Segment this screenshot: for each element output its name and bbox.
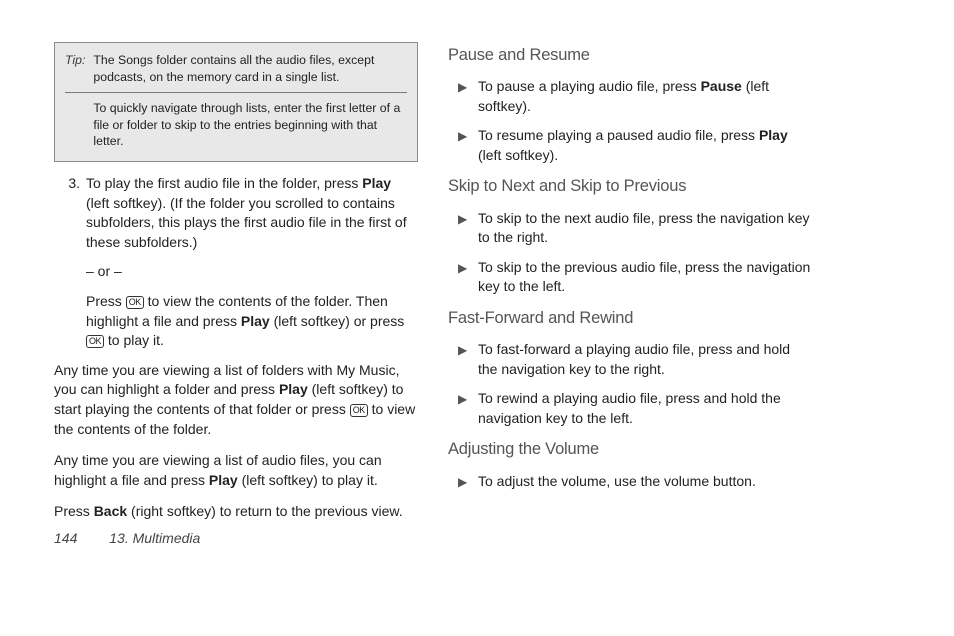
bullet-skip-2: ▶ To skip to the previous audio file, pr… bbox=[458, 258, 812, 297]
bullet-arrow-icon: ▶ bbox=[458, 209, 478, 248]
document-page: Tip: The Songs folder contains all the a… bbox=[0, 0, 856, 574]
bullet-arrow-icon: ▶ bbox=[458, 389, 478, 428]
bullet-ff-2: ▶ To rewind a playing audio file, press … bbox=[458, 389, 812, 428]
skip2-text: To skip to the previous audio file, pres… bbox=[478, 258, 812, 297]
ok-key-icon-2: OK bbox=[86, 335, 104, 348]
bullet-pause-2: ▶ To resume playing a paused audio file,… bbox=[458, 126, 812, 165]
play-label-2: Play bbox=[241, 313, 270, 329]
heading-ff: Fast-Forward and Rewind bbox=[448, 307, 812, 330]
tip-separator bbox=[65, 92, 407, 93]
bullet-pause-1-text: To pause a playing audio file, press Pau… bbox=[478, 77, 812, 116]
tip-label: Tip: bbox=[65, 52, 85, 85]
heading-volume: Adjusting the Volume bbox=[448, 438, 812, 461]
right-column: Pause and Resume ▶ To pause a playing au… bbox=[448, 42, 812, 534]
ff1-text: To fast-forward a playing audio file, pr… bbox=[478, 340, 812, 379]
press-ok-c: (left softkey) or press bbox=[270, 313, 405, 329]
bullet-pause-2-text: To resume playing a paused audio file, p… bbox=[478, 126, 812, 165]
pause1-a: To pause a playing audio file, press bbox=[478, 78, 701, 94]
para-folders: Any time you are viewing a list of folde… bbox=[54, 361, 418, 439]
play-label-3: Play bbox=[279, 381, 308, 397]
step-number: 3. bbox=[54, 174, 86, 252]
step-3-a: To play the first audio file in the fold… bbox=[86, 175, 362, 191]
back-label: Back bbox=[94, 503, 127, 519]
heading-pause: Pause and Resume bbox=[448, 44, 812, 67]
para-files: Any time you are viewing a list of audio… bbox=[54, 451, 418, 490]
play-label-5: Play bbox=[759, 127, 788, 143]
vol1-text: To adjust the volume, use the volume but… bbox=[478, 472, 812, 492]
bullet-ff-1: ▶ To fast-forward a playing audio file, … bbox=[458, 340, 812, 379]
pause-label: Pause bbox=[701, 78, 742, 94]
pause2-b: (left softkey). bbox=[478, 147, 558, 163]
tip-text-2: To quickly navigate through lists, enter… bbox=[93, 100, 407, 150]
column-layout: Tip: The Songs folder contains all the a… bbox=[54, 42, 812, 534]
tip-row-2: Tip: To quickly navigate through lists, … bbox=[65, 97, 407, 153]
para2-b: (left softkey) to play it. bbox=[238, 472, 378, 488]
press-ok-para: Press OK to view the contents of the fol… bbox=[54, 292, 418, 351]
tip-text-1: The Songs folder contains all the audio … bbox=[93, 52, 407, 85]
play-label-4: Play bbox=[209, 472, 238, 488]
pause2-a: To resume playing a paused audio file, p… bbox=[478, 127, 759, 143]
step-3: 3. To play the first audio file in the f… bbox=[54, 174, 418, 252]
para3-a: Press bbox=[54, 503, 94, 519]
bullet-arrow-icon: ▶ bbox=[458, 258, 478, 297]
tip-box: Tip: The Songs folder contains all the a… bbox=[54, 42, 418, 162]
bullet-pause-1: ▶ To pause a playing audio file, press P… bbox=[458, 77, 812, 116]
ok-key-icon-3: OK bbox=[350, 404, 368, 417]
ff2-text: To rewind a playing audio file, press an… bbox=[478, 389, 812, 428]
bullet-arrow-icon: ▶ bbox=[458, 126, 478, 165]
press-ok-a: Press bbox=[86, 293, 126, 309]
heading-skip: Skip to Next and Skip to Previous bbox=[448, 175, 812, 198]
step-3-b: (left softkey). (If the folder you scrol… bbox=[86, 195, 407, 250]
press-ok-d: to play it. bbox=[104, 332, 164, 348]
bullet-arrow-icon: ▶ bbox=[458, 340, 478, 379]
bullet-arrow-icon: ▶ bbox=[458, 77, 478, 116]
para3-b: (right softkey) to return to the previou… bbox=[127, 503, 402, 519]
bullet-arrow-icon: ▶ bbox=[458, 472, 478, 492]
bullet-skip-1: ▶ To skip to the next audio file, press … bbox=[458, 209, 812, 248]
ok-key-icon: OK bbox=[126, 296, 144, 309]
section-title: 13. Multimedia bbox=[109, 530, 200, 546]
skip1-text: To skip to the next audio file, press th… bbox=[478, 209, 812, 248]
left-column: Tip: The Songs folder contains all the a… bbox=[54, 42, 418, 534]
left-body: 3. To play the first audio file in the f… bbox=[54, 174, 418, 522]
tip-row-1: Tip: The Songs folder contains all the a… bbox=[65, 49, 407, 88]
or-line: – or – bbox=[54, 262, 418, 282]
bullet-vol-1: ▶ To adjust the volume, use the volume b… bbox=[458, 472, 812, 492]
step-3-text: To play the first audio file in the fold… bbox=[86, 174, 418, 252]
page-footer: 144 13. Multimedia bbox=[54, 530, 200, 546]
play-label: Play bbox=[362, 175, 391, 191]
para-back: Press Back (right softkey) to return to … bbox=[54, 502, 418, 522]
page-number: 144 bbox=[54, 530, 77, 546]
